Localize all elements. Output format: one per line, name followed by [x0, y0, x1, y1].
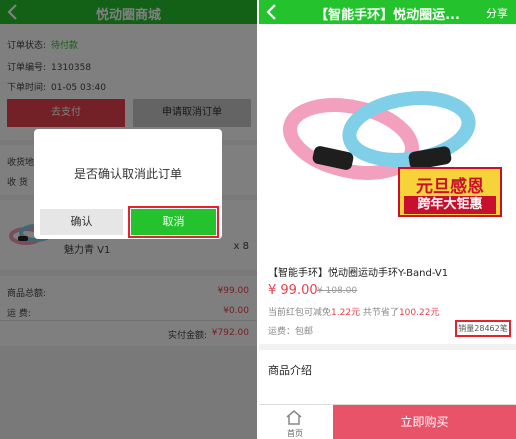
- product-page-title: 【智能手环】悦动圈运...: [315, 8, 460, 23]
- product-image[interactable]: [259, 24, 516, 252]
- intro-title: 商品介绍: [268, 364, 312, 377]
- dialog-message: 是否确认取消此订单: [73, 167, 182, 181]
- band-image: [282, 91, 476, 180]
- product-info: 【智能手环】悦动圈运动手环Y-Band-V1 ¥ 99.00 ¥ 108.00 …: [259, 252, 516, 344]
- discount-info: 当前红包可减免1.22元 共节省了100.22元: [268, 308, 440, 318]
- promo-line-1: 元旦感恩: [416, 177, 484, 197]
- promo-line-2: 跨年大钜惠: [404, 196, 496, 214]
- home-label: 首页: [287, 429, 303, 438]
- price: ¥ 99.00: [268, 283, 318, 298]
- shipping-info: 运费：包邮: [268, 327, 314, 337]
- product-title: 【智能手环】悦动圈运动手环Y-Band-V1: [268, 268, 449, 279]
- bottom-bar: 首页 立即购买: [259, 404, 516, 439]
- right-header: 【智能手环】悦动圈运... 分享: [259, 0, 516, 24]
- home-icon: [286, 410, 302, 425]
- order-panel: 悦动圈商城 订单状态:待付款 订单编号:1310358 下单时间:01-05 0…: [0, 0, 257, 439]
- cancel-order-dialog: 是否确认取消此订单 确认 取消: [34, 129, 222, 239]
- highlight-box: [128, 206, 219, 238]
- sales-count: 销量28462笔: [455, 320, 511, 337]
- dialog-confirm-button[interactable]: 确认: [40, 209, 123, 235]
- promo-badge: 元旦感恩 跨年大钜惠: [398, 167, 502, 217]
- product-panel: 【智能手环】悦动圈运... 分享 元旦感恩 跨年大钜惠 【智能手环】悦动圈运动手…: [259, 0, 516, 439]
- buy-now-button[interactable]: 立即购买: [333, 405, 516, 439]
- home-button[interactable]: 首页: [259, 405, 331, 439]
- product-intro: 商品介绍: [259, 350, 516, 404]
- original-price: ¥ 108.00: [317, 286, 358, 296]
- share-button[interactable]: 分享: [486, 5, 508, 21]
